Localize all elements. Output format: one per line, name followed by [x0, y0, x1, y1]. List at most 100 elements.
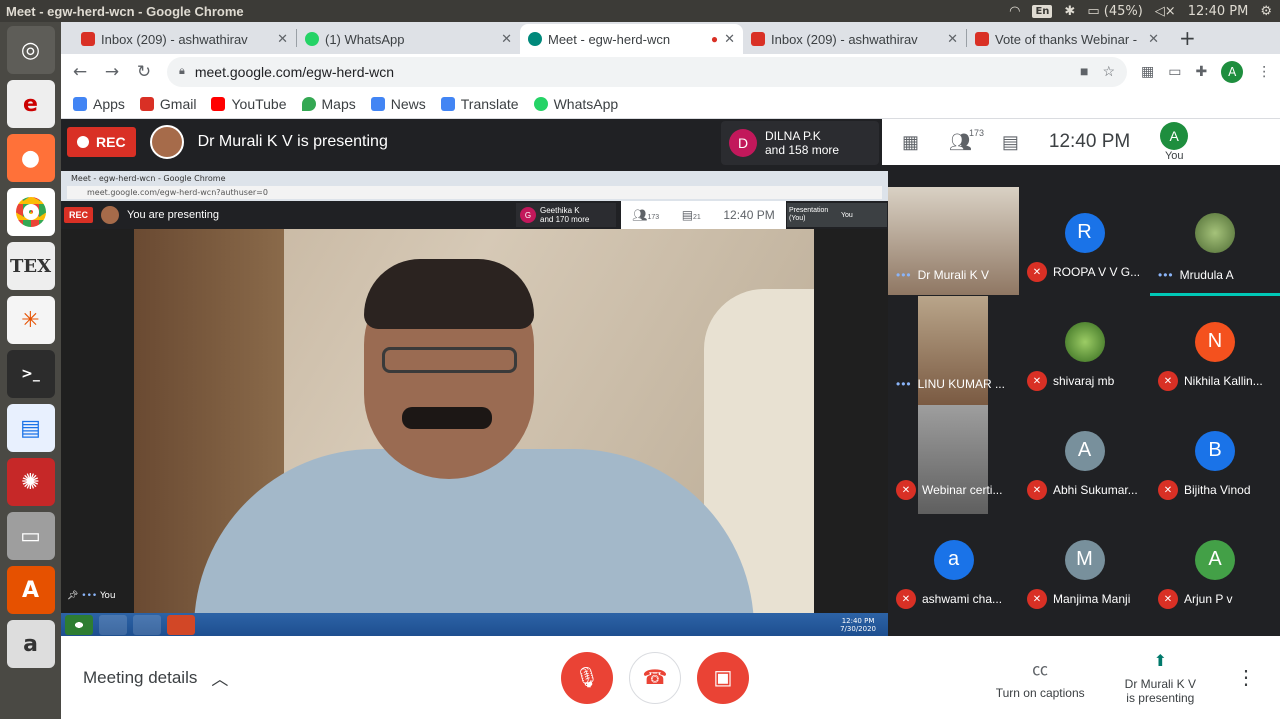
chrome-icon[interactable]	[6, 188, 55, 236]
bookmark-maps[interactable]: Maps	[301, 95, 356, 112]
extensions-puzzle-icon[interactable]: ✚	[1195, 64, 1207, 80]
address-bar[interactable]: 🔒︎ meet.google.com/egw-herd-wcn ■ ☆	[167, 56, 1127, 87]
files-icon[interactable]: ▭	[6, 512, 55, 560]
camera-toggle-button[interactable]: ▣	[697, 651, 749, 704]
participant-tile[interactable]: a ✕ ashwami cha...	[888, 514, 1019, 623]
participant-tile[interactable]: ✕ Webinar certi...	[888, 405, 1019, 514]
bookmark-apps[interactable]: Apps	[73, 96, 125, 112]
participant-tile[interactable]: ••• Dr Murali K V	[888, 187, 1019, 296]
browser-tab-strip: Inbox (209) - ashwathirav ✕ (1) WhatsApp…	[61, 22, 1280, 54]
present-button[interactable]: ⬆ Dr Murali K Vis presenting	[1125, 651, 1196, 705]
battery-indicator[interactable]: ▭ (45%)	[1087, 4, 1142, 19]
ubuntu-launcher: ◎ e ● TEX ✳ >_ ▤ ✺ ▭ A a	[0, 22, 61, 719]
shared-you-label: You	[841, 211, 853, 219]
tab-meet[interactable]: Meet - egw-herd-wcn ● ✕	[520, 24, 743, 54]
participant-label: ✕ Bijitha Vinod	[1158, 480, 1251, 500]
bookmark-star-icon[interactable]: ☆	[1102, 63, 1115, 80]
tab-whatsapp[interactable]: (1) WhatsApp ✕	[297, 24, 520, 54]
extension-grid-icon[interactable]: ▦	[1141, 64, 1154, 80]
participant-tile[interactable]: A ✕ Arjun P v	[1150, 514, 1280, 623]
wifi-icon[interactable]: ◠	[1009, 4, 1020, 19]
people-button[interactable]: 👥︎ 173	[949, 128, 984, 153]
mic-off-icon: ✕	[1027, 589, 1047, 609]
app-launcher-icon[interactable]: ✳	[6, 296, 55, 344]
captions-button[interactable]: ㏄ Turn on captions	[996, 656, 1085, 700]
participant-tile[interactable]: M ✕ Manjima Manji	[1019, 514, 1150, 623]
participant-name: Webinar certi...	[922, 483, 1003, 497]
amazon-icon[interactable]: a	[6, 620, 55, 668]
close-icon[interactable]: ✕	[1148, 31, 1159, 47]
mic-off-icon: ✕	[896, 589, 916, 609]
captions-icon: ㏄	[1032, 661, 1049, 679]
bookmarks-bar: Apps Gmail YouTube Maps News Translate W…	[61, 89, 1280, 119]
chrome-menu-icon[interactable]: ⋮	[1257, 64, 1271, 80]
volume-icon[interactable]: ◁×	[1155, 4, 1176, 19]
close-icon[interactable]: ✕	[277, 31, 288, 47]
shared-info-bar: 👥︎173 ▤21 12:40 PM	[621, 201, 786, 229]
participant-label: ✕ Manjima Manji	[1027, 589, 1130, 609]
close-icon[interactable]: ✕	[501, 31, 512, 47]
participant-tile[interactable]: ••• Mrudula A	[1150, 187, 1280, 296]
participant-tile[interactable]: R ✕ ROOPA V V G...	[1019, 187, 1150, 296]
texmaker-icon[interactable]: TEX	[6, 242, 55, 290]
reload-icon[interactable]: ↻	[135, 62, 153, 82]
software-center-icon[interactable]: A	[6, 566, 55, 614]
participant-name: LINU KUMAR ...	[917, 377, 1005, 391]
language-indicator[interactable]: En	[1032, 4, 1053, 18]
gmail-icon	[975, 32, 989, 46]
shared-browser-chrome: Meet - egw-herd-wcn - Google Chrome meet…	[61, 171, 888, 201]
clock[interactable]: 12:40 PM	[1188, 4, 1249, 19]
help-icon[interactable]: ✺	[6, 458, 55, 506]
forward-arrow-icon[interactable]: →	[103, 62, 121, 82]
tab-vote-of-thanks[interactable]: Vote of thanks Webinar - ✕	[967, 24, 1167, 54]
participant-tile[interactable]: N ✕ Nikhila Kallin...	[1150, 296, 1280, 405]
tab-gmail-inbox-2[interactable]: Inbox (209) - ashwathirav ✕	[743, 24, 966, 54]
presentation-screen[interactable]: Meet - egw-herd-wcn - Google Chrome meet…	[61, 171, 888, 637]
mic-off-icon: ✕	[1027, 262, 1047, 282]
active-speaker-chip[interactable]: D DILNA P.K and 158 more	[721, 121, 879, 165]
participant-tile[interactable]: ••• LINU KUMAR ...	[888, 296, 1019, 405]
camera-in-use-icon[interactable]: ■	[1080, 63, 1088, 80]
recording-badge[interactable]: REC	[67, 127, 136, 157]
speaking-indicator-icon: •••	[1158, 268, 1174, 282]
new-tab-button[interactable]: +	[1167, 26, 1208, 50]
self-view[interactable]: A You	[1160, 122, 1189, 162]
browser-toolbar: ← → ↻ 🔒︎ meet.google.com/egw-herd-wcn ■ …	[61, 54, 1280, 89]
chat-icon[interactable]: ▤	[1002, 132, 1019, 153]
ubuntu-dash-icon[interactable]: ◎	[6, 26, 55, 74]
meeting-details-button[interactable]: Meeting details ︿	[61, 665, 561, 690]
bookmark-gmail[interactable]: Gmail	[139, 96, 196, 112]
leave-call-button[interactable]: ☎︎	[629, 651, 681, 704]
terminal-icon[interactable]: >_	[6, 350, 55, 398]
settings-gear-icon[interactable]: ⚙	[1260, 4, 1272, 19]
close-icon[interactable]: ✕	[947, 31, 958, 47]
firefox-icon[interactable]: ●	[6, 134, 55, 182]
present-label-line2: is presenting	[1126, 690, 1195, 705]
close-icon[interactable]: ✕	[724, 31, 735, 47]
present-screen-icon: ⬆	[1153, 652, 1168, 670]
bookmark-translate[interactable]: Translate	[440, 96, 519, 112]
participant-grid: ••• Dr Murali K V R ✕ ROOPA V V G... ••• Mr…	[888, 187, 1280, 624]
bluetooth-icon[interactable]: ✱	[1064, 4, 1075, 19]
back-arrow-icon[interactable]: ←	[71, 62, 89, 82]
lock-icon[interactable]: 🔒︎	[179, 65, 185, 78]
layout-grid-icon[interactable]: ▦	[902, 132, 919, 153]
tab-gmail-inbox[interactable]: Inbox (209) - ashwathirav ✕	[73, 24, 296, 54]
mic-toggle-button[interactable]: 🎙︎	[561, 651, 613, 704]
document-viewer-icon[interactable]: e	[6, 80, 55, 128]
extension-window-icon[interactable]: ▭	[1168, 64, 1181, 80]
writer-icon[interactable]: ▤	[6, 404, 55, 452]
shared-you-tag: 📌︎ ••• You	[67, 591, 116, 601]
hang-up-icon: ☎︎	[642, 667, 668, 689]
bookmark-youtube[interactable]: YouTube	[211, 96, 287, 112]
participant-tile[interactable]: ✕ shivaraj mb	[1019, 296, 1150, 405]
participant-tile[interactable]: B ✕ Bijitha Vinod	[1150, 405, 1280, 514]
bookmark-whatsapp[interactable]: WhatsApp	[533, 96, 618, 112]
participant-tile[interactable]: A ✕ Abhi Sukumar...	[1019, 405, 1150, 514]
more-options-icon[interactable]: ⋮	[1236, 665, 1256, 690]
mic-off-icon: ✕	[1158, 371, 1178, 391]
profile-avatar[interactable]: A	[1221, 60, 1244, 83]
bookmark-news[interactable]: News	[370, 96, 426, 112]
bookmark-label: Maps	[321, 95, 356, 112]
presenter-video	[134, 229, 814, 613]
